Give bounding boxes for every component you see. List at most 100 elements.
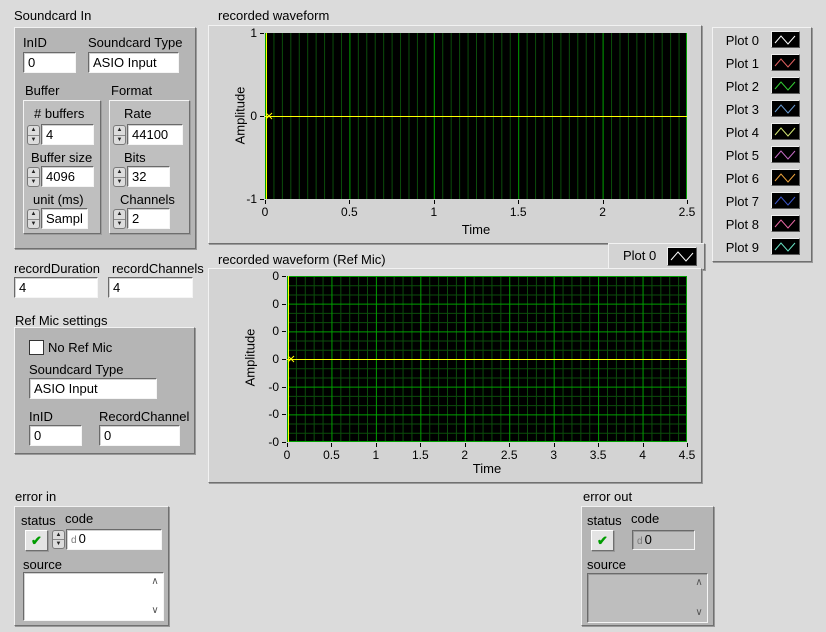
soundcard-in-label: Soundcard In <box>14 8 91 23</box>
error-in-code-field[interactable]: d0 <box>66 529 162 550</box>
x-tick-label: 0.5 <box>341 205 358 219</box>
x-tick-label: 3 <box>550 448 557 462</box>
legend-item-6[interactable]: Plot 6 <box>713 169 811 191</box>
scroll-up-icon[interactable]: ∧ <box>692 576 706 590</box>
plot-style-swatch[interactable] <box>771 54 800 71</box>
y-tick-label: -0 <box>249 435 279 449</box>
legend-item-0[interactable]: Plot 0 <box>713 31 811 53</box>
legend-item-7[interactable]: Plot 7 <box>713 192 811 214</box>
plot-style-swatch[interactable] <box>667 247 697 266</box>
y-tick-label: 1 <box>227 26 257 40</box>
plot-style-swatch[interactable] <box>771 100 800 117</box>
spin-up-icon[interactable]: ▲ <box>53 531 64 540</box>
error-out-source-box: ∧ ∨ <box>587 573 708 623</box>
x-tick-mark <box>287 443 288 447</box>
legend-item-8[interactable]: Plot 8 <box>713 215 811 237</box>
spin-up-icon[interactable]: ▲ <box>114 126 125 136</box>
channels-input[interactable] <box>127 208 170 229</box>
plot-style-swatch[interactable] <box>771 123 800 140</box>
legend-item-3[interactable]: Plot 3 <box>713 100 811 122</box>
ref-soundcard-type-input[interactable] <box>29 378 157 399</box>
soundcard-type-input[interactable] <box>88 52 179 73</box>
plot-style-swatch[interactable] <box>771 169 800 186</box>
spin-down-icon[interactable]: ▼ <box>53 540 64 548</box>
waveform-graph: Time Amplitude 00.511.522.510-1 <box>208 25 702 244</box>
spin-down-icon[interactable]: ▼ <box>28 178 39 187</box>
spin-up-icon[interactable]: ▲ <box>28 210 39 220</box>
check-icon: ✔ <box>597 533 608 549</box>
record-duration-input[interactable] <box>14 277 98 298</box>
x-tick-mark <box>598 443 599 447</box>
x-tick-mark <box>420 443 421 447</box>
radix-indicator: d <box>637 536 643 547</box>
spin-down-icon[interactable]: ▼ <box>114 136 125 145</box>
x-axis-label: Time <box>265 222 687 237</box>
error-in-source-box: ∧ ∨ <box>23 572 164 621</box>
x-tick-mark <box>434 200 435 204</box>
plot-style-swatch[interactable] <box>771 31 800 48</box>
rate-spinner[interactable]: ▲▼ <box>113 125 126 145</box>
plot-style-swatch[interactable] <box>771 238 800 255</box>
buffer-size-spinner[interactable]: ▲▼ <box>27 167 40 187</box>
graph2-legend[interactable]: Plot 0 <box>608 243 705 270</box>
bits-spinner[interactable]: ▲▼ <box>113 167 126 187</box>
format-cluster: Rate ▲▼ Bits ▲▼ Channels ▲▼ <box>109 100 190 234</box>
record-channels-input[interactable] <box>108 277 193 298</box>
spin-up-icon[interactable]: ▲ <box>28 126 39 136</box>
bits-label: Bits <box>124 150 146 165</box>
legend-item-2[interactable]: Plot 2 <box>713 77 811 99</box>
buffer-size-input[interactable] <box>41 166 94 187</box>
spin-up-icon[interactable]: ▲ <box>114 210 125 220</box>
no-ref-mic-checkbox[interactable] <box>29 340 44 355</box>
inid-input[interactable] <box>23 52 76 73</box>
legend-item-1[interactable]: Plot 1 <box>713 54 811 76</box>
plot-style-swatch[interactable] <box>771 215 800 232</box>
legend-item-4[interactable]: Plot 4 <box>713 123 811 145</box>
spin-up-icon[interactable]: ▲ <box>28 168 39 178</box>
legend-item-label: Plot 4 <box>713 125 759 140</box>
y-tick-label: -0 <box>249 380 279 394</box>
scroll-down-icon[interactable]: ∨ <box>148 604 162 618</box>
legend-item-9[interactable]: Plot 9 <box>713 238 811 260</box>
x-tick-label: 2 <box>461 448 468 462</box>
num-buffers-input[interactable] <box>41 124 94 145</box>
y-tick-mark <box>260 33 264 34</box>
plot-grid <box>287 276 687 442</box>
legend-item-5[interactable]: Plot 5 <box>713 146 811 168</box>
spin-down-icon[interactable]: ▼ <box>114 220 125 229</box>
spin-down-icon[interactable]: ▼ <box>28 136 39 145</box>
legend-item-label: Plot 8 <box>713 217 759 232</box>
y-tick-mark <box>282 414 286 415</box>
y-tick-mark <box>282 387 286 388</box>
error-in-code-spinner[interactable]: ▲▼ <box>52 530 65 549</box>
error-in-source-input[interactable] <box>24 573 151 624</box>
y-tick-label: 0 <box>227 109 257 123</box>
bits-input[interactable] <box>127 166 170 187</box>
channels-spinner[interactable]: ▲▼ <box>113 209 126 229</box>
plot-style-swatch[interactable] <box>771 77 800 94</box>
unit-label: unit (ms) <box>33 192 84 207</box>
x-tick-mark <box>603 200 604 204</box>
unit-input[interactable] <box>41 208 88 229</box>
plot-style-swatch[interactable] <box>771 146 800 163</box>
x-tick-label: 4 <box>639 448 646 462</box>
spin-down-icon[interactable]: ▼ <box>28 220 39 229</box>
unit-spinner[interactable]: ▲▼ <box>27 209 40 229</box>
rate-input[interactable] <box>127 124 183 145</box>
buffer-cluster: # buffers ▲▼ Buffer size ▲▼ unit (ms) ▲▼ <box>23 100 101 234</box>
error-out-code-field: d0 <box>632 530 695 550</box>
spin-up-icon[interactable]: ▲ <box>114 168 125 178</box>
error-out-code-value: 0 <box>645 532 652 547</box>
plot-style-swatch[interactable] <box>771 192 800 209</box>
scroll-down-icon[interactable]: ∨ <box>692 606 706 620</box>
record-channel-input[interactable] <box>99 425 180 446</box>
spin-down-icon[interactable]: ▼ <box>114 178 125 187</box>
inid-label: InID <box>23 35 47 50</box>
error-in-source-label: source <box>23 557 62 572</box>
error-in-status-button[interactable]: ✔ <box>25 530 48 551</box>
num-buffers-spinner[interactable]: ▲▼ <box>27 125 40 145</box>
ref-inid-input[interactable] <box>29 425 82 446</box>
x-tick-label: 0 <box>284 448 291 462</box>
x-tick-label: 2.5 <box>679 205 696 219</box>
scroll-up-icon[interactable]: ∧ <box>148 575 162 589</box>
